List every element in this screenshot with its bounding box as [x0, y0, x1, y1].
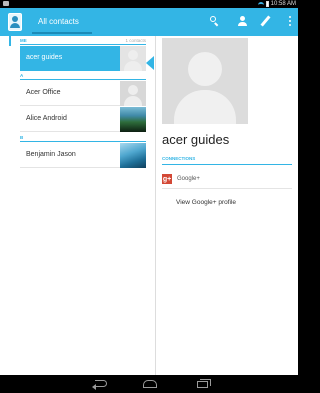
section-header-me: ME 1 contacts — [20, 38, 146, 45]
contact-name: Alice Android — [26, 115, 67, 122]
connections-header: CONNECTIONS — [162, 154, 292, 165]
contact-photo — [120, 107, 146, 132]
contact-photo — [120, 81, 146, 106]
gplus-label: Google+ — [177, 176, 200, 182]
overflow-menu-icon[interactable] — [283, 14, 297, 28]
edit-icon[interactable] — [259, 14, 273, 28]
fast-scroll-handle[interactable] — [9, 36, 11, 46]
contact-photo — [120, 46, 146, 71]
view-google-profile-link[interactable]: View Google+ profile — [176, 199, 236, 206]
section-header-a: A — [20, 71, 146, 80]
notification-icon — [3, 1, 9, 6]
contact-detail: acer guides CONNECTIONS g+ Google+ View … — [156, 36, 298, 375]
google-plus-icon: g+ — [162, 174, 172, 184]
recent-apps-icon[interactable] — [196, 379, 212, 389]
contact-detail-photo[interactable] — [162, 38, 248, 124]
contacts-app-icon[interactable] — [5, 11, 27, 33]
status-time: 10:58 AM — [270, 1, 296, 7]
back-icon[interactable] — [92, 379, 108, 390]
status-bar: 10:58 AM — [0, 0, 298, 8]
divider — [162, 188, 292, 189]
contact-detail-name: acer guides — [162, 132, 230, 147]
tab-indicator — [32, 32, 92, 34]
action-bar: All contacts — [0, 8, 298, 36]
status-right: 10:58 AM — [257, 0, 296, 8]
home-icon[interactable] — [142, 379, 158, 389]
list-item[interactable]: acer guides — [20, 46, 146, 71]
search-icon[interactable] — [207, 14, 221, 28]
contact-photo — [120, 143, 146, 168]
list-item[interactable]: Benjamin Jason — [20, 143, 146, 168]
contacts-list[interactable]: ME 1 contacts acer guides A Acer Office … — [0, 36, 155, 375]
tab-all-contacts[interactable]: All contacts — [38, 17, 79, 26]
contact-name: acer guides — [26, 54, 63, 61]
section-header-b: B — [20, 133, 146, 142]
gplus-connection[interactable]: g+ Google+ — [162, 172, 200, 186]
navigation-bar — [0, 375, 298, 393]
wifi-icon — [257, 1, 264, 7]
battery-icon — [265, 1, 269, 7]
add-contact-icon[interactable] — [235, 14, 249, 28]
selection-indicator — [146, 56, 154, 70]
contact-name: Benjamin Jason — [26, 151, 76, 158]
contact-name: Acer Office — [26, 89, 61, 96]
list-item[interactable]: Acer Office — [20, 81, 146, 106]
list-item[interactable]: Alice Android — [20, 107, 146, 132]
contacts-count: 1 contacts — [125, 38, 146, 43]
